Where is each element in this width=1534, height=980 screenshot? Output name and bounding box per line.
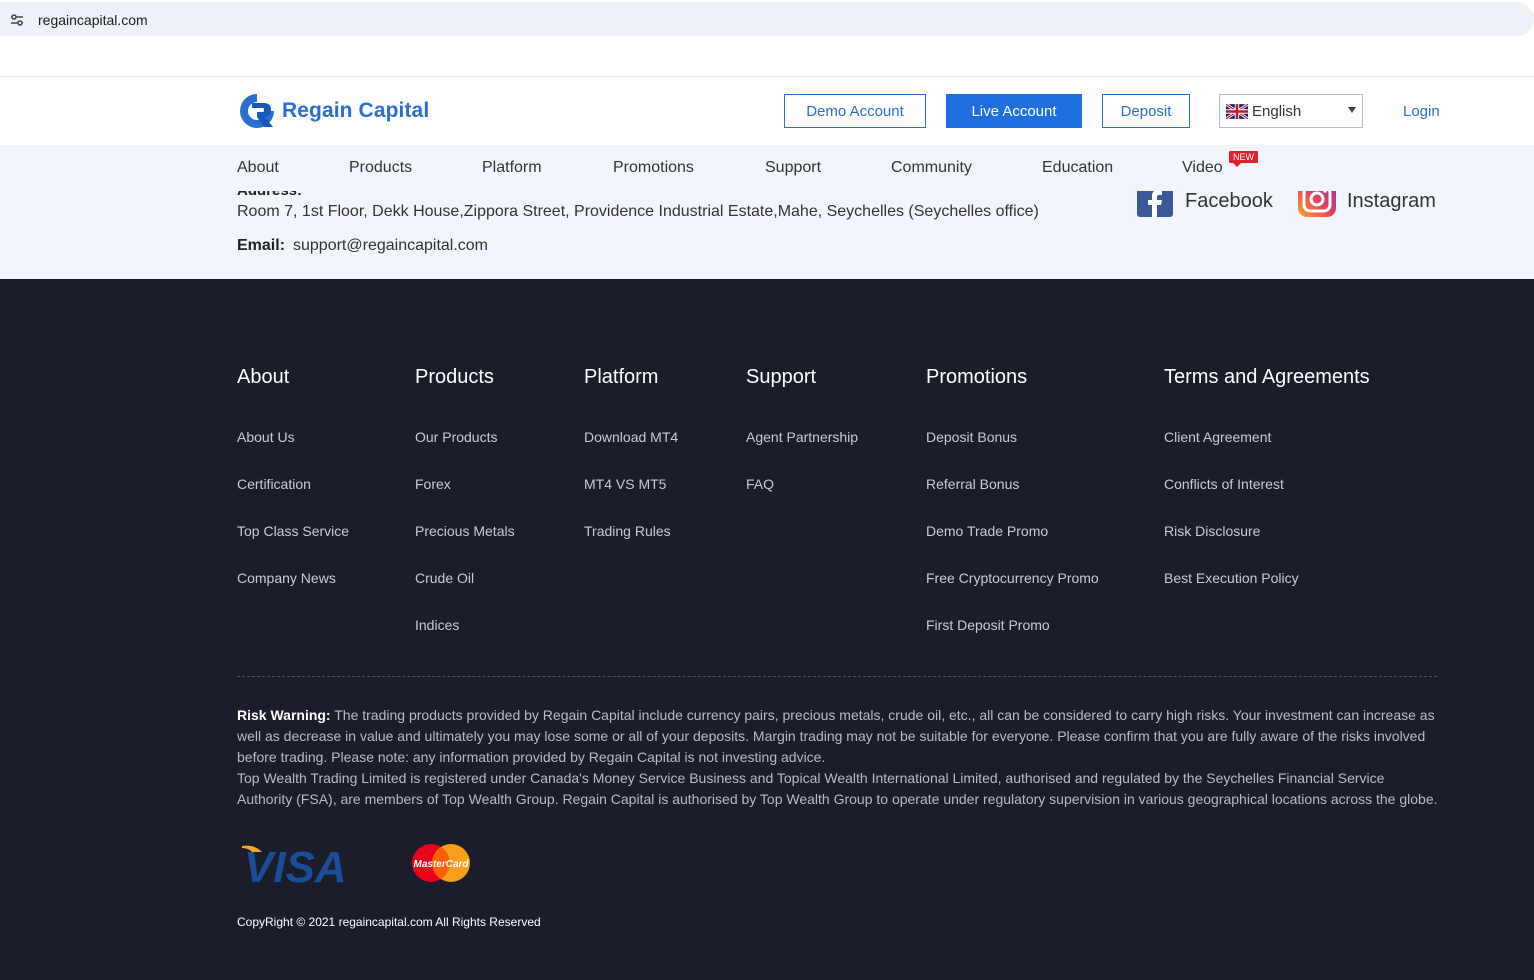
footer-link[interactable]: Referral Bonus [926, 476, 1019, 492]
visa-logo: VISA [242, 843, 347, 886]
footer-link[interactable]: Demo Trade Promo [926, 523, 1048, 539]
footer-link[interactable]: Conflicts of Interest [1164, 476, 1284, 492]
copyright: CopyRight © 2021 regaincapital.com All R… [237, 915, 541, 929]
footer-link[interactable]: Company News [237, 570, 336, 586]
nav-item-promotions[interactable]: Promotions [613, 159, 694, 177]
chevron-down-icon [1348, 107, 1356, 113]
logo[interactable]: Regain Capital [236, 91, 429, 131]
address-label: Address: [237, 191, 302, 199]
footer-link[interactable]: Precious Metals [415, 523, 515, 539]
nav-item-platform[interactable]: Platform [482, 159, 542, 177]
footer-heading-platform: Platform [584, 366, 659, 388]
language-select[interactable]: English [1219, 94, 1363, 128]
nav-item-video[interactable]: Video [1182, 159, 1223, 177]
nav-item-about[interactable]: About [237, 159, 279, 177]
nav-item-education[interactable]: Education [1042, 159, 1113, 177]
nav-item-community[interactable]: Community [891, 159, 972, 177]
main-nav: About Products Platform Promotions Suppo… [0, 145, 1534, 191]
address-field[interactable]: regaincapital.com [0, 2, 1534, 36]
logo-text: Regain Capital [282, 99, 430, 122]
demo-account-button[interactable]: Demo Account [784, 94, 926, 128]
mastercard-logo: MasterCard [412, 844, 470, 882]
footer-heading-about: About [237, 366, 290, 388]
risk-label: Risk Warning: [237, 707, 331, 723]
mastercard-text: MasterCard [413, 859, 469, 870]
footer-link[interactable]: Forex [415, 476, 451, 492]
risk-warning: Risk Warning: The trading products provi… [237, 705, 1442, 810]
email-value[interactable]: support@regaincapital.com [293, 237, 488, 255]
deposit-button[interactable]: Deposit [1102, 94, 1190, 128]
footer-divider [237, 676, 1437, 677]
site-header: Regain Capital Demo Account Live Account… [0, 77, 1534, 145]
footer-link[interactable]: Indices [415, 617, 459, 633]
footer-heading-promotions: Promotions [926, 366, 1028, 388]
footer-link[interactable]: Certification [237, 476, 311, 492]
instagram-icon[interactable] [1297, 191, 1337, 219]
top-spacer [0, 37, 1534, 77]
browser-url-bar: regaincapital.com [0, 0, 1534, 37]
contact-section: Address: Room 7, 1st Floor, Dekk House,Z… [0, 191, 1534, 279]
nav-item-products[interactable]: Products [349, 159, 412, 177]
footer-heading-products: Products [415, 366, 494, 388]
nav-item-support[interactable]: Support [765, 159, 821, 177]
footer-link[interactable]: About Us [237, 429, 295, 445]
instagram-label[interactable]: Instagram [1347, 191, 1436, 213]
footer-link[interactable]: Our Products [415, 429, 497, 445]
facebook-label[interactable]: Facebook [1185, 191, 1273, 213]
footer-heading-terms: Terms and Agreements [1164, 366, 1370, 388]
address-text: Room 7, 1st Floor, Dekk House,Zippora St… [237, 203, 1039, 220]
regain-logo-icon [240, 94, 274, 128]
footer-link[interactable]: Download MT4 [584, 429, 678, 445]
footer-link[interactable]: Client Agreement [1164, 429, 1271, 445]
footer-link[interactable]: Deposit Bonus [926, 429, 1017, 445]
footer-link[interactable]: Agent Partnership [746, 429, 858, 445]
risk-text: The trading products provided by Regain … [237, 707, 1435, 765]
visa-text: VISA [244, 843, 347, 886]
footer-link[interactable]: Free Cryptocurrency Promo [926, 570, 1099, 586]
regulatory-text: Top Wealth Trading Limited is registered… [237, 770, 1438, 807]
footer-link[interactable]: Top Class Service [237, 523, 349, 539]
footer-link[interactable]: Trading Rules [584, 523, 671, 539]
new-badge: NEW [1229, 151, 1258, 167]
email-label: Email: [237, 237, 286, 254]
login-link[interactable]: Login [1403, 103, 1440, 120]
risk-paragraph: Risk Warning: The trading products provi… [237, 705, 1442, 768]
footer-link[interactable]: Risk Disclosure [1164, 523, 1260, 539]
footer-link[interactable]: Best Execution Policy [1164, 570, 1299, 586]
facebook-icon[interactable] [1136, 191, 1174, 219]
language-label: English [1252, 102, 1302, 120]
site-settings-icon[interactable] [10, 13, 24, 27]
url-text[interactable]: regaincapital.com [38, 12, 148, 28]
uk-flag-icon [1226, 103, 1248, 119]
footer-link[interactable]: FAQ [746, 476, 774, 492]
live-account-button[interactable]: Live Account [946, 94, 1082, 128]
footer-link[interactable]: First Deposit Promo [926, 617, 1050, 633]
footer-link[interactable]: MT4 VS MT5 [584, 476, 666, 492]
footer-link[interactable]: Crude Oil [415, 570, 474, 586]
footer-heading-support: Support [746, 366, 817, 388]
